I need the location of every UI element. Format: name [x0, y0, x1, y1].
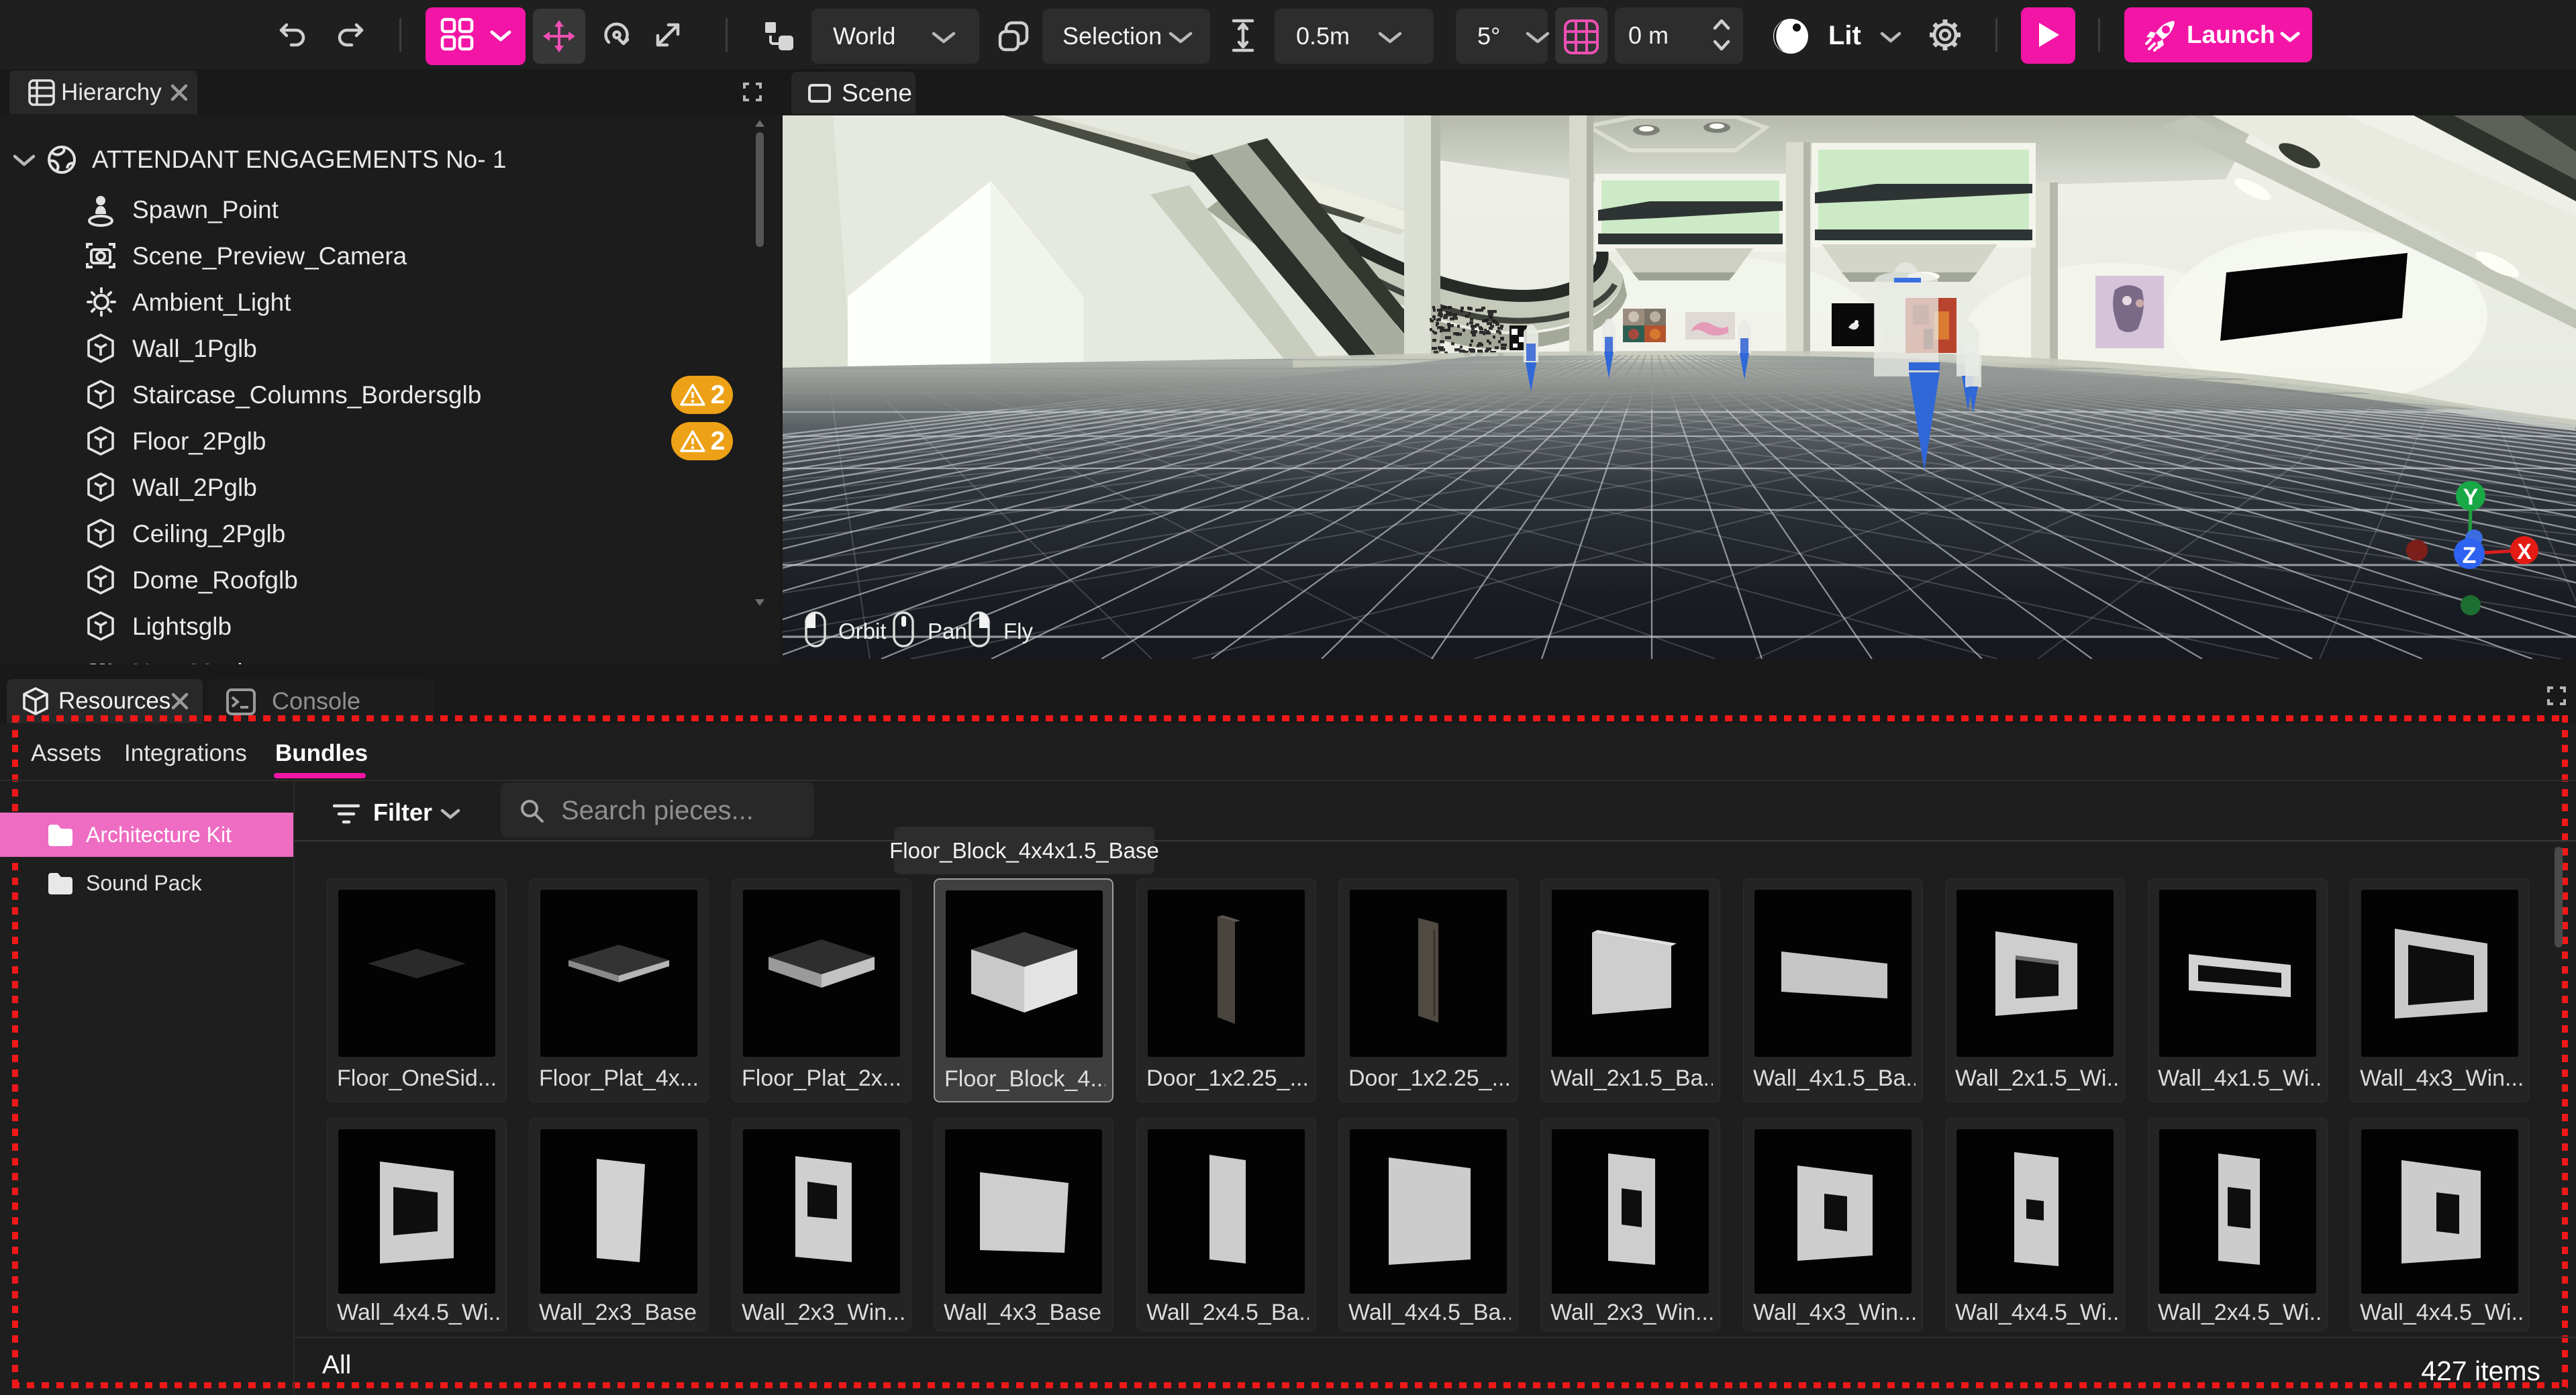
svg-text:Z: Z	[2463, 543, 2477, 568]
svg-text:Y: Y	[2463, 484, 2479, 510]
svg-text:X: X	[2517, 539, 2532, 564]
